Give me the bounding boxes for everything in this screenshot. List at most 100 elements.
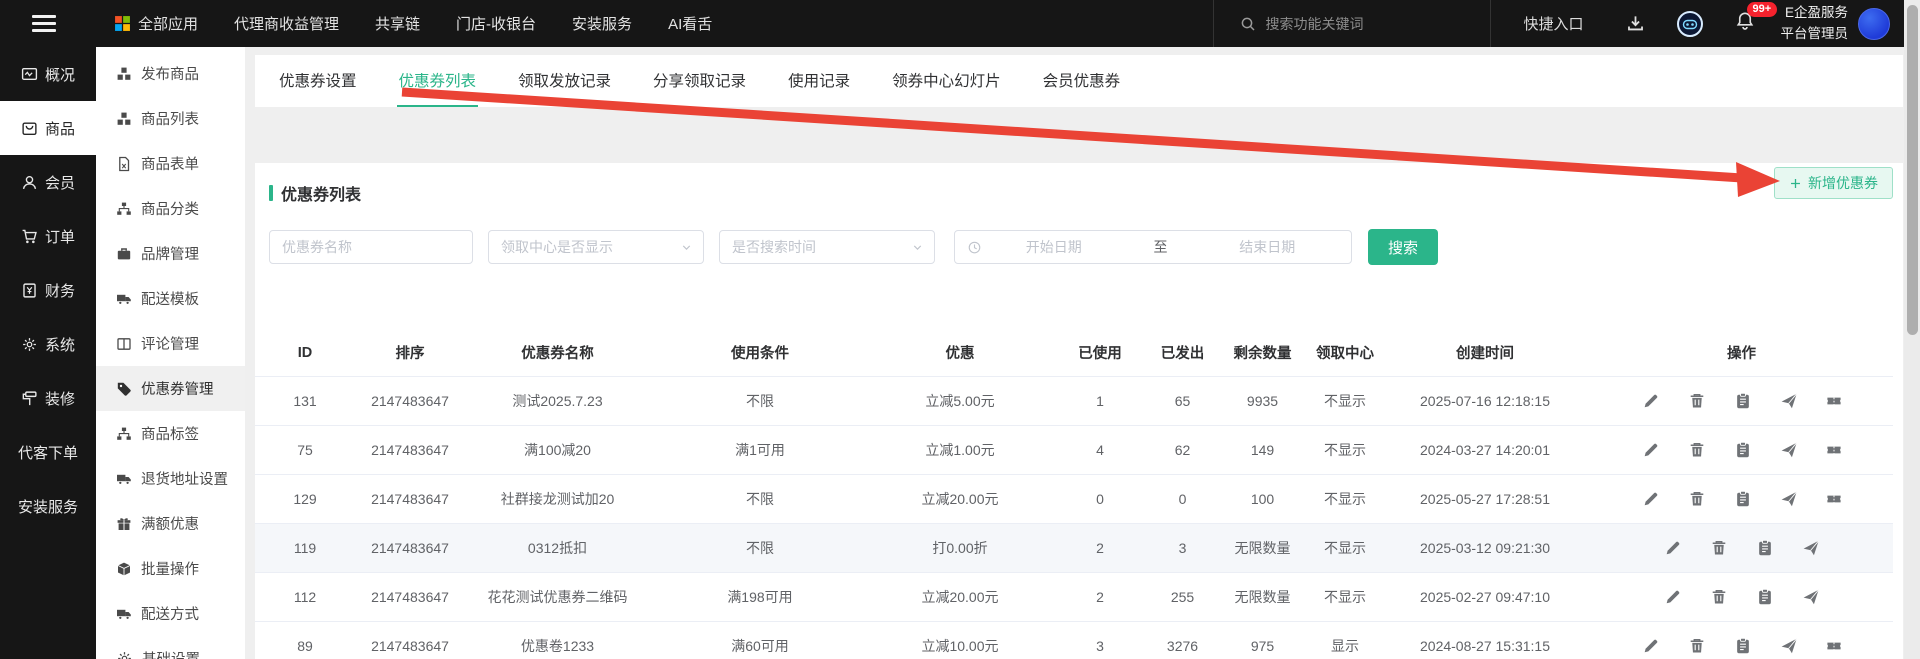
sidebar-item-install[interactable]: 安装服务 (0, 479, 96, 533)
send-icon[interactable] (1780, 490, 1798, 508)
submenu-item-batch[interactable]: 批量操作 (96, 546, 245, 591)
topnav-all-apps[interactable]: 全部应用 (114, 13, 198, 34)
delete-icon[interactable] (1688, 441, 1706, 459)
ticket-icon[interactable] (1826, 442, 1842, 458)
sidebar-item-finance[interactable]: 财务 (0, 263, 96, 317)
truck-icon (116, 291, 132, 307)
tab-coupon-settings[interactable]: 优惠券设置 (277, 69, 359, 107)
notifications[interactable]: 99+ (1735, 11, 1755, 36)
submenu-item-delivery-template[interactable]: 配送模板 (96, 276, 245, 321)
submenu-item-label: 退货地址设置 (141, 468, 228, 489)
page-scrollbar[interactable] (1904, 0, 1920, 659)
sidebar-item-label: 财务 (45, 280, 75, 301)
edit-icon[interactable] (1642, 490, 1660, 508)
submenu-item-basic-settings[interactable]: 基础设置 (96, 636, 245, 659)
submenu-item-goods-tags[interactable]: 商品标签 (96, 411, 245, 456)
records-icon[interactable] (1734, 441, 1752, 459)
table-cell: 立减1.00元 (870, 425, 1050, 474)
add-coupon-button[interactable]: 新增优惠券 (1774, 167, 1893, 199)
tab-coupon-list[interactable]: 优惠券列表 (397, 69, 479, 107)
submenu-item-publish-goods[interactable]: 发布商品 (96, 51, 245, 96)
records-icon[interactable] (1734, 490, 1752, 508)
time-search-select[interactable]: 是否搜索时间 (719, 230, 935, 264)
tab-usage-records[interactable]: 使用记录 (786, 69, 852, 107)
send-icon[interactable] (1802, 539, 1820, 557)
sidebar-item-member[interactable]: 会员 (0, 155, 96, 209)
delete-icon[interactable] (1710, 539, 1728, 557)
tab-grant-records[interactable]: 领取发放记录 (516, 69, 613, 107)
delete-icon[interactable] (1688, 392, 1706, 410)
submenu-item-goods-list[interactable]: 商品列表 (96, 96, 245, 141)
account-info[interactable]: E企盈服务 平台管理员 (1781, 3, 1849, 45)
records-icon[interactable] (1756, 539, 1774, 557)
topnav-agent-revenue[interactable]: 代理商收益管理 (234, 13, 339, 34)
delete-icon[interactable] (1688, 490, 1706, 508)
ticket-icon[interactable] (1826, 491, 1842, 507)
table-cell: 62 (1150, 425, 1215, 474)
edit-icon[interactable] (1642, 637, 1660, 655)
records-icon[interactable] (1734, 637, 1752, 655)
system-icon (21, 336, 38, 353)
send-icon[interactable] (1780, 441, 1798, 459)
sidebar-item-overview[interactable]: 概况 (0, 47, 96, 101)
topnav-store-cashier[interactable]: 门店-收银台 (456, 13, 536, 34)
search-input[interactable] (1265, 16, 1445, 32)
delete-icon[interactable] (1688, 637, 1706, 655)
ai-assistant-icon[interactable] (1677, 11, 1703, 37)
topnav-label: 安装服务 (572, 13, 632, 34)
submenu-item-full-discount[interactable]: 满额优惠 (96, 501, 245, 546)
delete-icon[interactable] (1710, 588, 1728, 606)
grid-icon (114, 15, 131, 32)
sidebar-item-system[interactable]: 系统 (0, 317, 96, 371)
column-header: 排序 (355, 330, 465, 376)
tab-share-records[interactable]: 分享领取记录 (651, 69, 748, 107)
topnav-install-service[interactable]: 安装服务 (572, 13, 632, 34)
send-icon[interactable] (1780, 392, 1798, 410)
submenu-item-comments[interactable]: 评论管理 (96, 321, 245, 366)
edit-icon[interactable] (1642, 392, 1660, 410)
topnav-share-chain[interactable]: 共享链 (375, 13, 420, 34)
tab-coupon-center-slides[interactable]: 领券中心幻灯片 (890, 69, 1003, 107)
send-icon[interactable] (1780, 637, 1798, 655)
table-cell: 0312抵扣 (465, 523, 650, 572)
tab-member-coupons[interactable]: 会员优惠券 (1041, 69, 1123, 107)
edit-icon[interactable] (1664, 588, 1682, 606)
center-display-select[interactable]: 领取中心是否显示 (488, 230, 704, 264)
sidebar-item-goods[interactable]: 商品 (0, 101, 96, 155)
menu-toggle-icon[interactable] (14, 15, 74, 32)
date-range-picker[interactable]: 开始日期 至 结束日期 (954, 230, 1352, 264)
scrollbar-thumb[interactable] (1907, 5, 1918, 335)
date-start-placeholder: 开始日期 (982, 237, 1126, 257)
records-icon[interactable] (1734, 392, 1752, 410)
column-header: 操作 (1590, 330, 1893, 376)
quick-entry-link[interactable]: 快捷入口 (1523, 13, 1583, 34)
table-cell: 255 (1150, 572, 1215, 621)
submenu-item-brand[interactable]: 品牌管理 (96, 231, 245, 276)
edit-icon[interactable] (1664, 539, 1682, 557)
sidebar-item-valet-order[interactable]: 代客下单 (0, 425, 96, 479)
column-header: 创建时间 (1380, 330, 1590, 376)
avatar[interactable] (1858, 8, 1890, 40)
topnav-ai-tongue[interactable]: AI看舌 (668, 13, 712, 34)
ticket-icon[interactable] (1826, 638, 1842, 654)
sidebar-item-order[interactable]: 订单 (0, 209, 96, 263)
records-icon[interactable] (1756, 588, 1774, 606)
ticket-icon[interactable] (1826, 393, 1842, 409)
download-icon[interactable] (1626, 14, 1645, 33)
submenu-item-return-address[interactable]: 退货地址设置 (96, 456, 245, 501)
submenu-item-goods-category[interactable]: 商品分类 (96, 186, 245, 231)
submenu-item-goods-form[interactable]: 商品表单 (96, 141, 245, 186)
submenu-item-coupon[interactable]: 优惠券管理 (96, 366, 245, 411)
submenu-item-delivery-method[interactable]: 配送方式 (96, 591, 245, 636)
search-button[interactable]: 搜索 (1368, 229, 1438, 265)
edit-icon[interactable] (1642, 441, 1660, 459)
sidebar-item-label: 订单 (45, 226, 75, 247)
table-cell: 2147483647 (355, 523, 465, 572)
sidebar-item-deco[interactable]: 装修 (0, 371, 96, 425)
table-cell: 立减5.00元 (870, 376, 1050, 425)
send-icon[interactable] (1802, 588, 1820, 606)
system-icon (116, 650, 133, 659)
coupon-name-input[interactable] (269, 230, 473, 264)
topbar-search[interactable] (1213, 0, 1491, 47)
table-cell: 0 (1050, 474, 1150, 523)
